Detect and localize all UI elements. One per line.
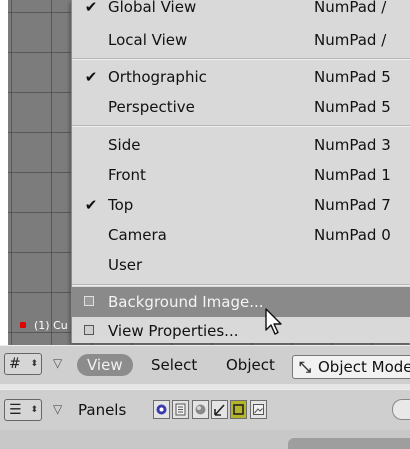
object-center-marker	[20, 322, 26, 328]
menu-item-shortcut: NumPad 7	[314, 196, 391, 214]
buttons-window-icon: ☰	[9, 402, 22, 418]
checkmark-icon: ✔	[84, 68, 98, 86]
collapse-triangle-icon[interactable]: ▽	[53, 402, 62, 416]
menu-item-label: Local View	[108, 31, 188, 49]
menu-item-label: Global View	[108, 0, 197, 16]
mouse-cursor-icon	[265, 308, 282, 335]
window-type-selector[interactable]: ☰ ⬍	[4, 399, 42, 421]
checkbox-icon[interactable]	[84, 325, 94, 335]
menu-item-label: Orthographic	[108, 68, 207, 86]
spinner-arrows-icon: ⬍	[30, 359, 38, 369]
menu-item-user[interactable]: User	[72, 250, 410, 280]
panel-tab[interactable]	[288, 438, 410, 449]
menu-item-label: Camera	[108, 226, 167, 244]
menu-item-shortcut: NumPad 5	[314, 98, 391, 116]
spinner-arrows-icon: ⬍	[30, 405, 38, 415]
menu-item-shortcut: NumPad 5	[314, 68, 391, 86]
logic-icon	[156, 404, 167, 415]
script-icon	[175, 403, 186, 416]
menu-object[interactable]: Object	[226, 356, 275, 374]
editing-mesh-icon	[233, 404, 244, 415]
shading-context-button[interactable]	[192, 400, 209, 419]
shading-sphere-icon	[195, 404, 206, 415]
menu-item-label: Perspective	[108, 98, 195, 116]
window-type-selector[interactable]: # ⬍	[4, 353, 42, 375]
object-context-button[interactable]	[211, 400, 228, 419]
object-mode-icon: ⤡	[299, 358, 312, 376]
buttons-window-body	[0, 430, 410, 449]
menu-item-shortcut: NumPad /	[314, 0, 387, 16]
panels-menu[interactable]: Panels	[78, 401, 126, 419]
menu-select[interactable]: Select	[151, 356, 197, 374]
menu-item-front[interactable]: Front NumPad 1	[72, 160, 410, 190]
menu-item-side[interactable]: Side NumPad 3	[72, 130, 410, 160]
script-context-button[interactable]	[172, 400, 189, 419]
menu-item-perspective[interactable]: Perspective NumPad 5	[72, 92, 410, 122]
scrollbar-handle[interactable]	[392, 399, 410, 420]
menu-item-shortcut: NumPad 1	[314, 166, 391, 184]
object-info-label: (1) Cu	[34, 319, 68, 332]
menu-separator	[72, 284, 410, 286]
menu-view[interactable]: View	[77, 354, 133, 376]
menu-item-background-image[interactable]: Background Image...	[72, 287, 410, 317]
menu-item-top[interactable]: ✔ Top NumPad 7	[72, 190, 410, 220]
menu-item-shortcut: NumPad 0	[314, 226, 391, 244]
scene-image-icon	[253, 404, 264, 415]
grid-icon: #	[9, 356, 21, 372]
menu-item-label: Top	[108, 196, 134, 214]
view-menu-dropdown: ✔ Global View NumPad / Local View NumPad…	[71, 0, 410, 343]
menu-item-shortcut: NumPad /	[314, 31, 387, 49]
checkmark-icon: ✔	[84, 0, 98, 16]
menu-separator	[72, 125, 410, 127]
editing-context-button[interactable]	[230, 400, 247, 419]
menu-item-label: User	[108, 256, 143, 274]
logic-context-button[interactable]	[153, 400, 170, 419]
collapse-triangle-icon[interactable]: ▽	[53, 356, 62, 370]
menu-item-label: Background Image...	[108, 293, 264, 311]
object-mode-label: Object Mode	[318, 358, 410, 376]
checkmark-icon: ✔	[84, 196, 98, 214]
menu-item-local-view[interactable]: Local View NumPad /	[72, 25, 410, 55]
object-mode-selector[interactable]: ⤡ Object Mode	[292, 355, 410, 379]
menu-item-camera[interactable]: Camera NumPad 0	[72, 220, 410, 250]
menu-item-shortcut: NumPad 3	[314, 136, 391, 154]
menu-separator	[72, 58, 410, 60]
checkbox-icon[interactable]	[84, 296, 94, 306]
menu-item-orthographic[interactable]: ✔ Orthographic NumPad 5	[72, 62, 410, 92]
scene-context-button[interactable]	[250, 400, 267, 419]
menu-item-label: View Properties...	[108, 322, 239, 340]
menu-item-global-view[interactable]: ✔ Global View NumPad /	[72, 0, 410, 22]
menu-item-label: Side	[108, 136, 141, 154]
menu-item-view-properties[interactable]: View Properties...	[72, 316, 410, 346]
menu-item-label: Front	[108, 166, 146, 184]
object-axis-icon	[214, 404, 225, 416]
